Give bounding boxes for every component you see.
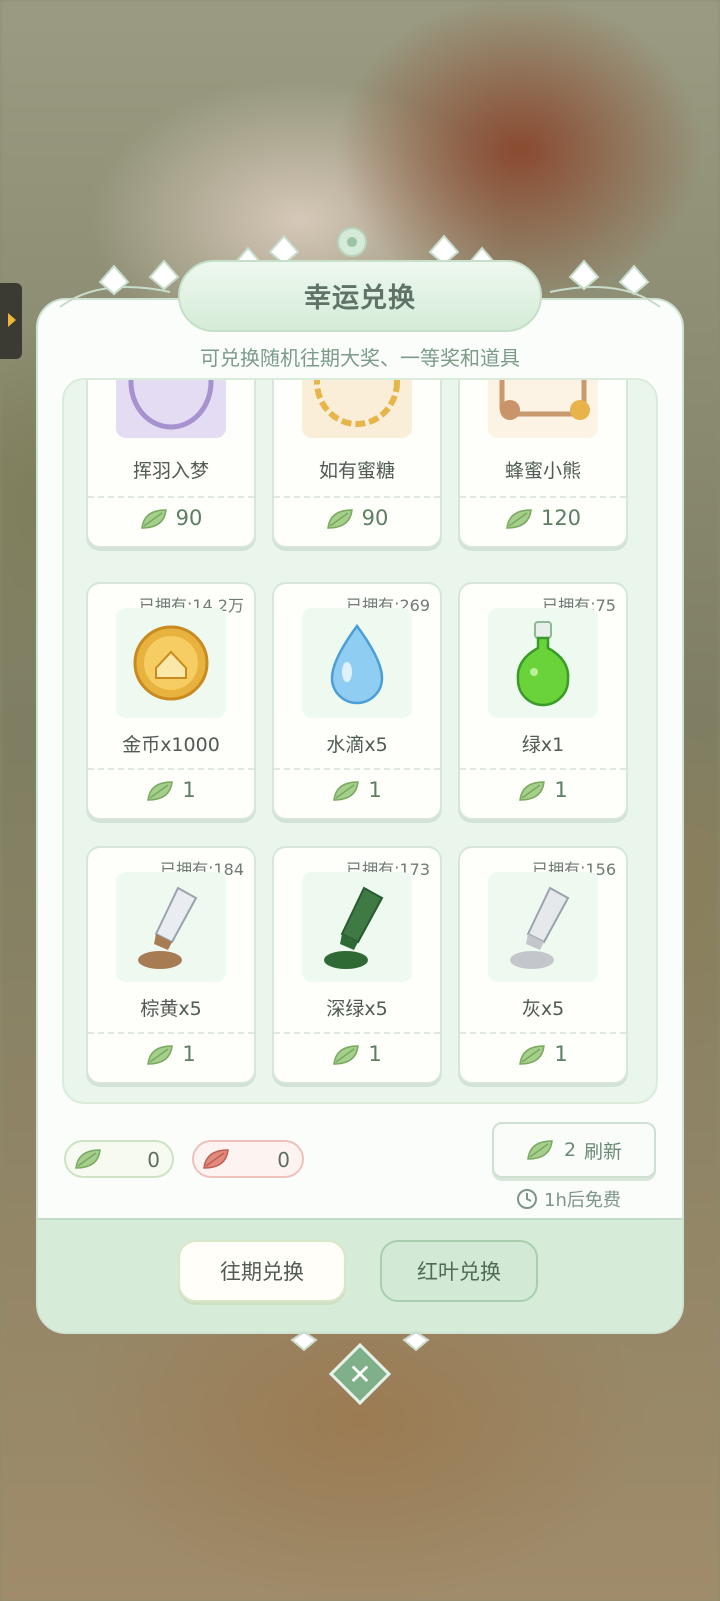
card-divider: [460, 496, 626, 498]
green-leaf-icon: [519, 1045, 546, 1065]
item-price: 1: [88, 1042, 254, 1066]
close-icon[interactable]: ✕: [338, 1352, 382, 1396]
item-name: 棕黄x5: [140, 998, 202, 1020]
item-price: 1: [460, 778, 626, 802]
gold-coin-icon: [116, 608, 226, 718]
card-divider: [274, 1032, 440, 1034]
side-expand-tab[interactable]: [0, 283, 22, 359]
item-name: 水滴x5: [326, 734, 388, 756]
green-leaf-icon: [140, 509, 167, 529]
item-card[interactable]: 已拥有:75 绿x1 1: [458, 582, 628, 820]
item-name: 蜂蜜小熊: [504, 460, 581, 482]
honey-bear-frame-icon: [488, 380, 598, 438]
card-divider: [88, 1032, 254, 1034]
green-leaf-icon: [519, 781, 546, 801]
green-potion-icon: [488, 608, 598, 718]
clock-icon: [517, 1189, 537, 1209]
green-leaf-icon: [333, 1045, 360, 1065]
card-divider: [88, 496, 254, 498]
refresh-cost: 2: [563, 1139, 577, 1161]
item-price: 1: [460, 1042, 626, 1066]
item-name: 绿x1: [521, 734, 565, 756]
green-leaf-icon: [75, 1149, 101, 1169]
green-leaf-icon: [527, 1140, 553, 1160]
green-leaf-icon: [333, 781, 360, 801]
item-card[interactable]: 已拥有:184 棕黄x5 1: [86, 846, 256, 1084]
water-drop-icon: [302, 608, 412, 718]
tab-past-exchange[interactable]: 往期兑换: [178, 1240, 346, 1302]
refresh-label: 刷新: [584, 1140, 623, 1163]
dark-green-paint-tube-icon: [302, 872, 412, 982]
item-card[interactable]: 如有蜜糖 90: [272, 380, 442, 548]
item-price: 120: [460, 506, 626, 530]
card-divider: [88, 768, 254, 770]
green-leaf-icon: [147, 1045, 174, 1065]
green-leaf-icon: [326, 509, 353, 529]
item-name: 金币x1000: [122, 734, 220, 756]
green-leaf-icon: [506, 509, 532, 529]
purple-frame-icon: [116, 380, 226, 438]
brown-paint-tube-icon: [116, 872, 226, 982]
free-refresh-timer: 1h后免费: [516, 1186, 621, 1212]
item-name: 深绿x5: [326, 998, 388, 1020]
dialog-footer: [38, 1218, 682, 1332]
card-divider: [460, 1032, 626, 1034]
gray-paint-tube-icon: [488, 872, 598, 982]
refresh-button[interactable]: 2 刷新: [492, 1122, 656, 1178]
item-name: 灰x5: [521, 998, 565, 1020]
item-price: 1: [274, 1042, 440, 1066]
item-price: 1: [274, 778, 440, 802]
item-grid[interactable]: 挥羽入梦 90 如有蜜糖 90 蜂蜜小熊 120 已拥有:14.2万 金币x10…: [62, 378, 658, 1104]
dialog-subtitle: 可兑换随机往期大奖、一等奖和道具: [200, 346, 520, 370]
item-card[interactable]: 挥羽入梦 90: [86, 380, 256, 548]
item-name: 挥羽入梦: [132, 460, 209, 482]
item-card[interactable]: 已拥有:156 灰x5 1: [458, 846, 628, 1084]
green-leaf-balance: 0: [64, 1140, 174, 1178]
red-leaf-icon: [203, 1149, 229, 1169]
item-card[interactable]: 已拥有:14.2万 金币x1000 1: [86, 582, 256, 820]
gold-chain-frame-icon: [302, 380, 412, 438]
card-divider: [274, 496, 440, 498]
item-price: 90: [88, 506, 254, 530]
item-card[interactable]: 已拥有:173 深绿x5 1: [272, 846, 442, 1084]
item-price: 90: [274, 506, 440, 530]
item-card[interactable]: 蜂蜜小熊 120: [458, 380, 628, 548]
card-divider: [274, 768, 440, 770]
green-leaf-count: 0: [147, 1148, 160, 1172]
tab-red-leaf-exchange[interactable]: 红叶兑换: [380, 1240, 538, 1302]
card-divider: [460, 768, 626, 770]
item-price: 1: [88, 778, 254, 802]
item-card[interactable]: 已拥有:269 水滴x5 1: [272, 582, 442, 820]
dialog-title: 幸运兑换: [304, 283, 416, 314]
red-leaf-count: 0: [277, 1148, 290, 1172]
item-name: 如有蜜糖: [318, 460, 395, 482]
red-leaf-balance: 0: [192, 1140, 304, 1178]
green-leaf-icon: [147, 781, 174, 801]
